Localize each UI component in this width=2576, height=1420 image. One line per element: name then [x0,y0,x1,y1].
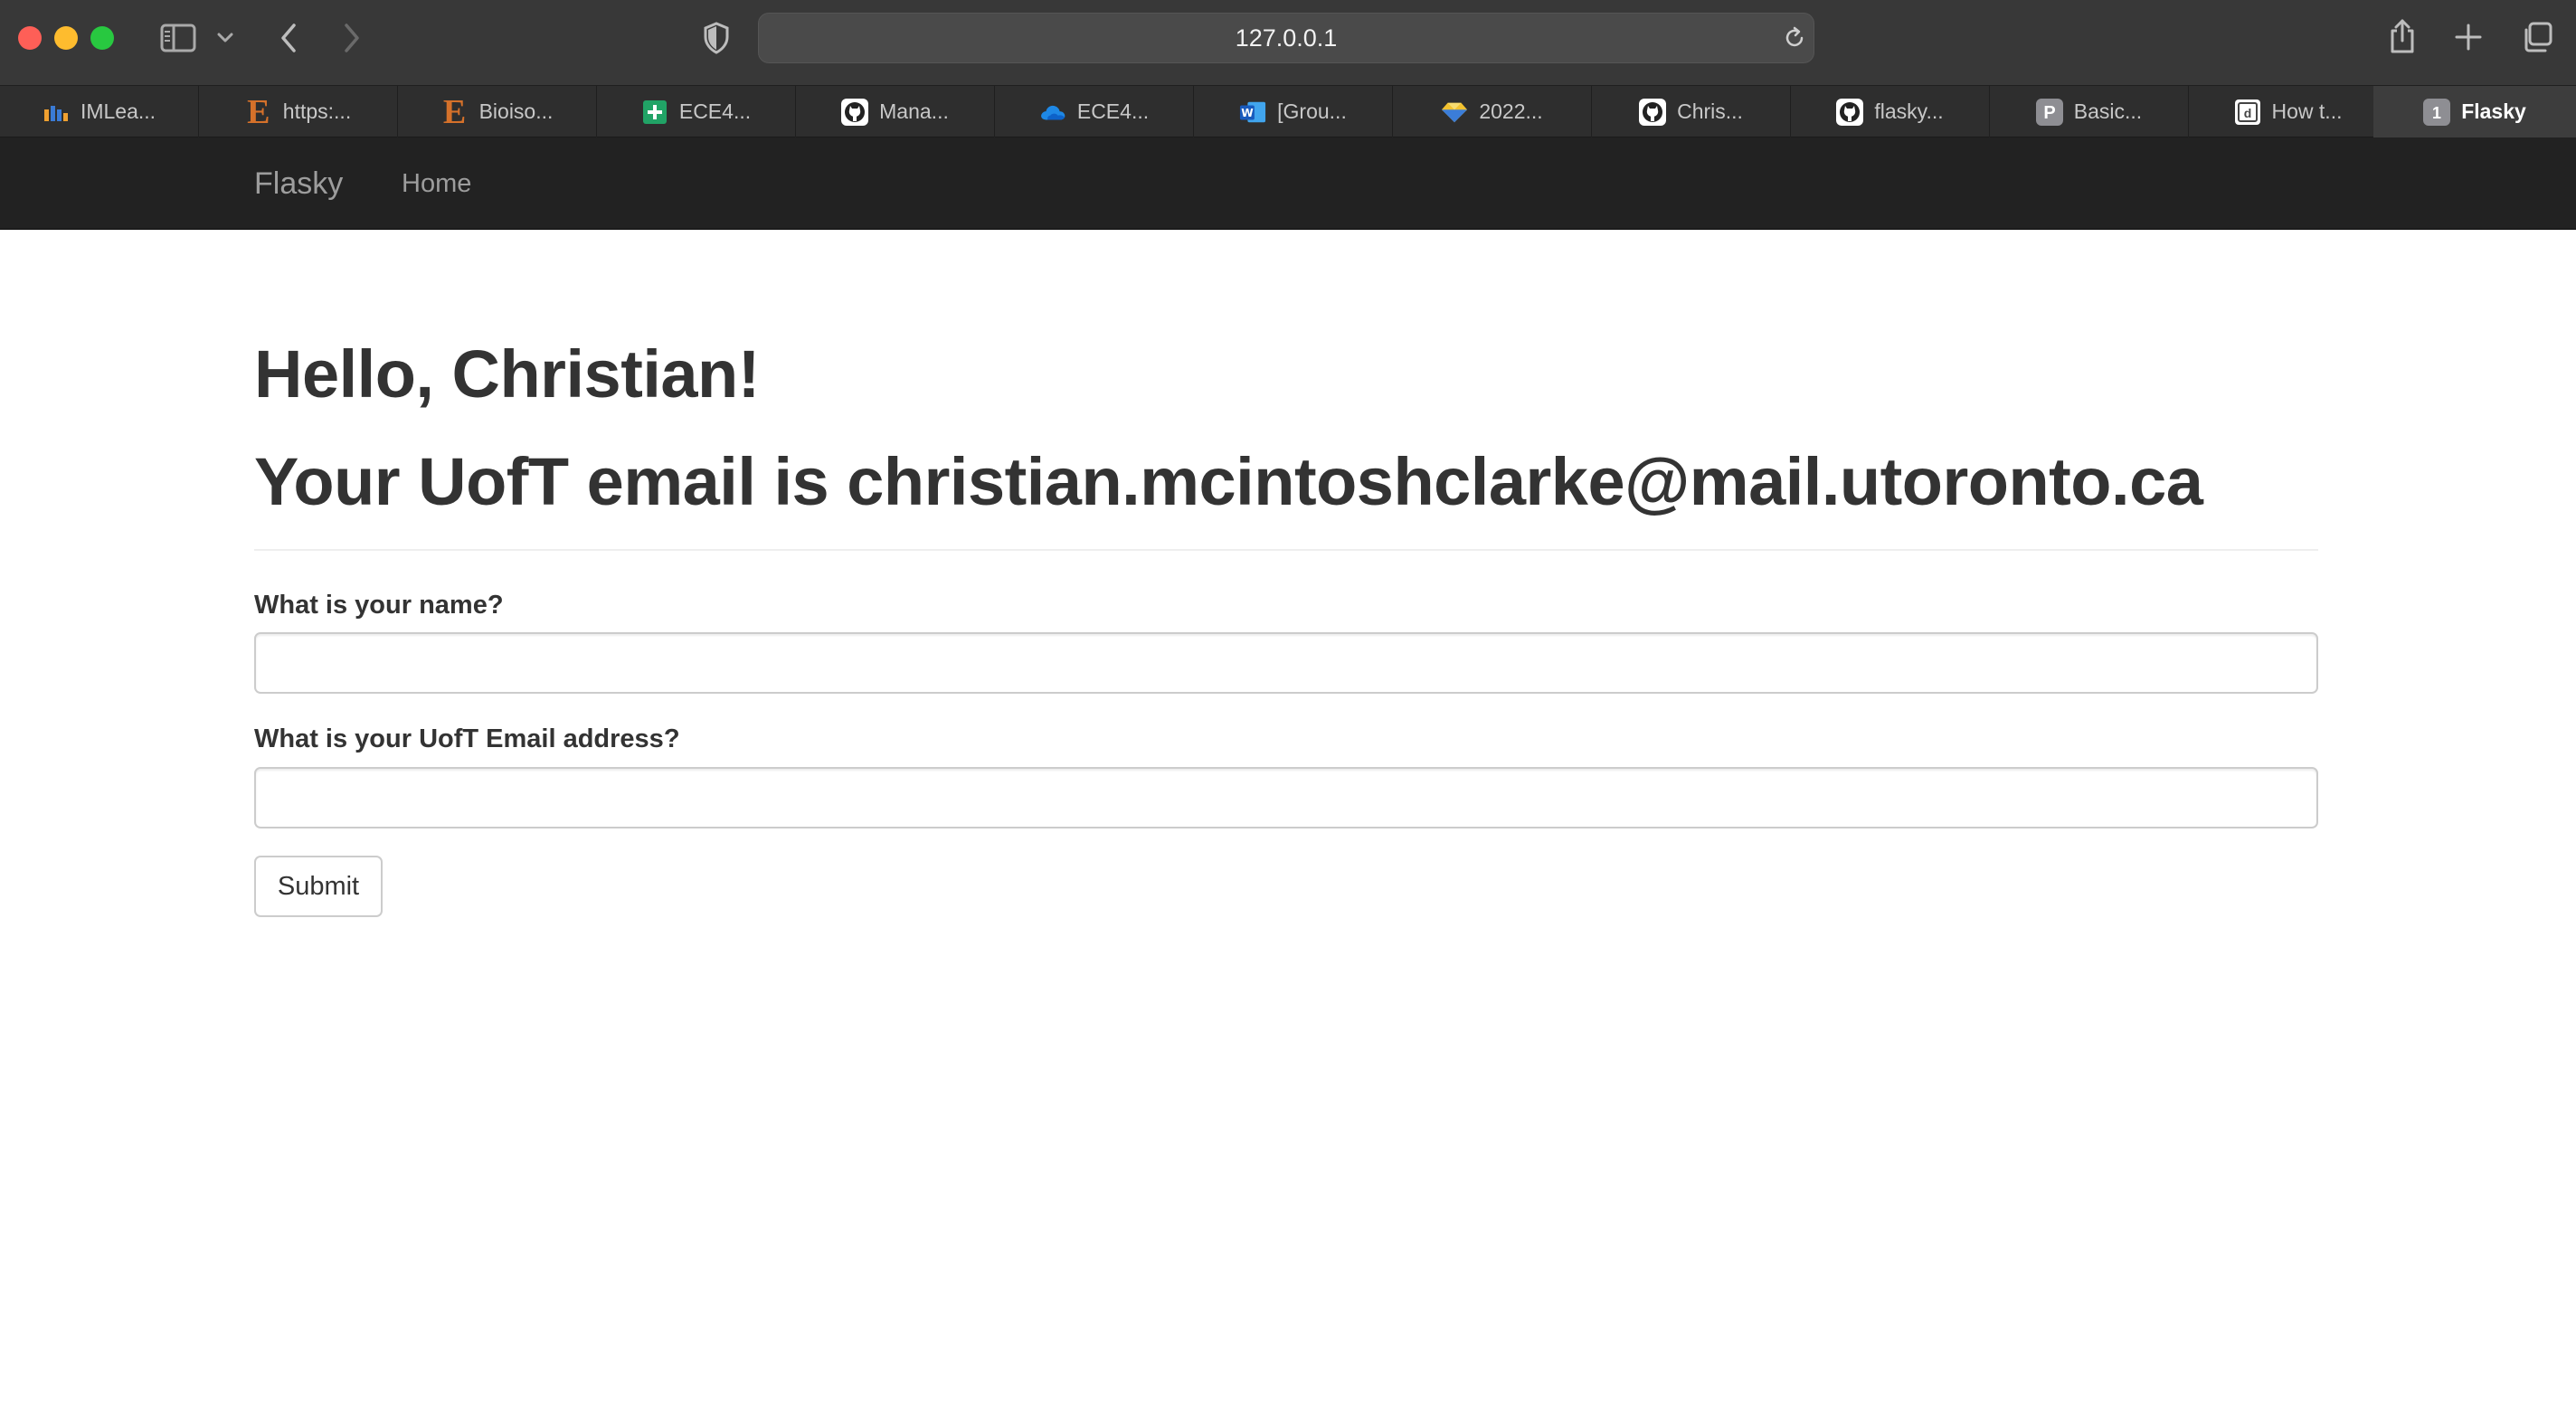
browser-tab[interactable]: d How t... [2189,86,2388,137]
tab-label: Flasky [2461,99,2526,123]
name-label: What is your name? [254,591,504,620]
name-input[interactable] [254,632,2318,694]
navbar: Flasky Home [0,137,2576,230]
browser-tab[interactable]: ECE4... [995,86,1194,137]
navbar-brand-link[interactable]: Flasky [254,137,343,230]
back-arrow-icon[interactable] [275,20,302,56]
share-icon[interactable] [2386,16,2419,56]
close-window-button[interactable] [18,26,42,50]
e-letter-favicon-icon: E [247,92,270,131]
browser-tab[interactable]: Mana... [796,86,995,137]
tab-label: [Grou... [1277,99,1347,123]
tab-strip: IMLea... E https:... E Bioiso... ECE4... [0,85,2576,137]
tab-label: ECE4... [1076,99,1150,123]
github-favicon-icon [1639,98,1667,126]
sidebar-icon[interactable] [159,22,197,54]
browser-tab[interactable]: P Basic... [1990,86,2189,137]
page-header-divider [254,549,2318,551]
greeting-heading: Hello, Christian! [254,336,760,412]
github-favicon-icon [841,98,869,126]
tab-label: Basic... [2073,99,2143,123]
tab-label: How t... [2271,99,2343,123]
browser-tab[interactable]: Chris... [1592,86,1791,137]
nav-home-link[interactable]: Home [402,137,471,230]
github-favicon-icon [1836,98,1864,126]
onedrive-cloud-favicon-icon [1039,99,1066,126]
browser-tab[interactable]: flasky... [1791,86,1990,137]
tab-label: ECE4... [678,99,752,123]
email-label: What is your UofT Email address? [254,724,680,753]
tab-label: https:... [282,99,352,123]
p-letter-favicon-icon: P [2035,98,2063,126]
sheets-plus-favicon-icon [641,99,668,126]
shield-privacy-icon[interactable] [700,20,733,56]
browser-tab[interactable]: ECE4... [597,86,796,137]
submit-button[interactable]: Submit [254,856,383,917]
doc-favicon-icon: d [2234,99,2261,126]
number-one-favicon-icon: 1 [2423,98,2451,126]
browser-tab[interactable]: 2022... [1393,86,1592,137]
address-bar[interactable]: 127.0.0.1 [758,13,1814,63]
svg-text:W: W [1241,107,1254,119]
reload-icon[interactable] [1781,24,1808,52]
tab-label: flasky... [1874,99,1944,123]
e-letter-favicon-icon: E [442,92,467,131]
email-heading: Your UofT email is christian.mcintoshcla… [254,444,2203,519]
minimize-window-button[interactable] [54,26,78,50]
browser-tab-active[interactable]: 1 Flasky [2373,86,2576,137]
tab-label: IMLea... [80,99,156,123]
imlearn-favicon-icon [43,99,70,126]
browser-toolbar: 127.0.0.1 [0,0,2576,85]
forward-arrow-icon[interactable] [338,20,365,56]
browser-tab[interactable]: E https:... [199,86,398,137]
zoom-window-button[interactable] [90,26,114,50]
tab-overview-icon[interactable] [2520,20,2554,54]
chevron-down-icon[interactable] [213,27,237,49]
word-favicon-icon: W [1239,99,1266,126]
tab-badge: 1 [2432,104,2441,122]
tab-label: Chris... [1677,99,1743,123]
diamond-favicon-icon [1441,99,1468,126]
tab-label: 2022... [1479,99,1543,123]
new-tab-plus-icon[interactable] [2453,22,2484,52]
browser-tab[interactable]: W [Grou... [1194,86,1393,137]
svg-text:d: d [2243,106,2251,120]
tab-label: Bioiso... [478,99,554,123]
url-text: 127.0.0.1 [1235,24,1338,52]
browser-tab[interactable]: E Bioiso... [398,86,597,137]
svg-text:P: P [2043,103,2055,123]
email-input[interactable] [254,767,2318,828]
browser-tab[interactable]: IMLea... [0,86,199,137]
tab-label: Mana... [879,99,949,123]
